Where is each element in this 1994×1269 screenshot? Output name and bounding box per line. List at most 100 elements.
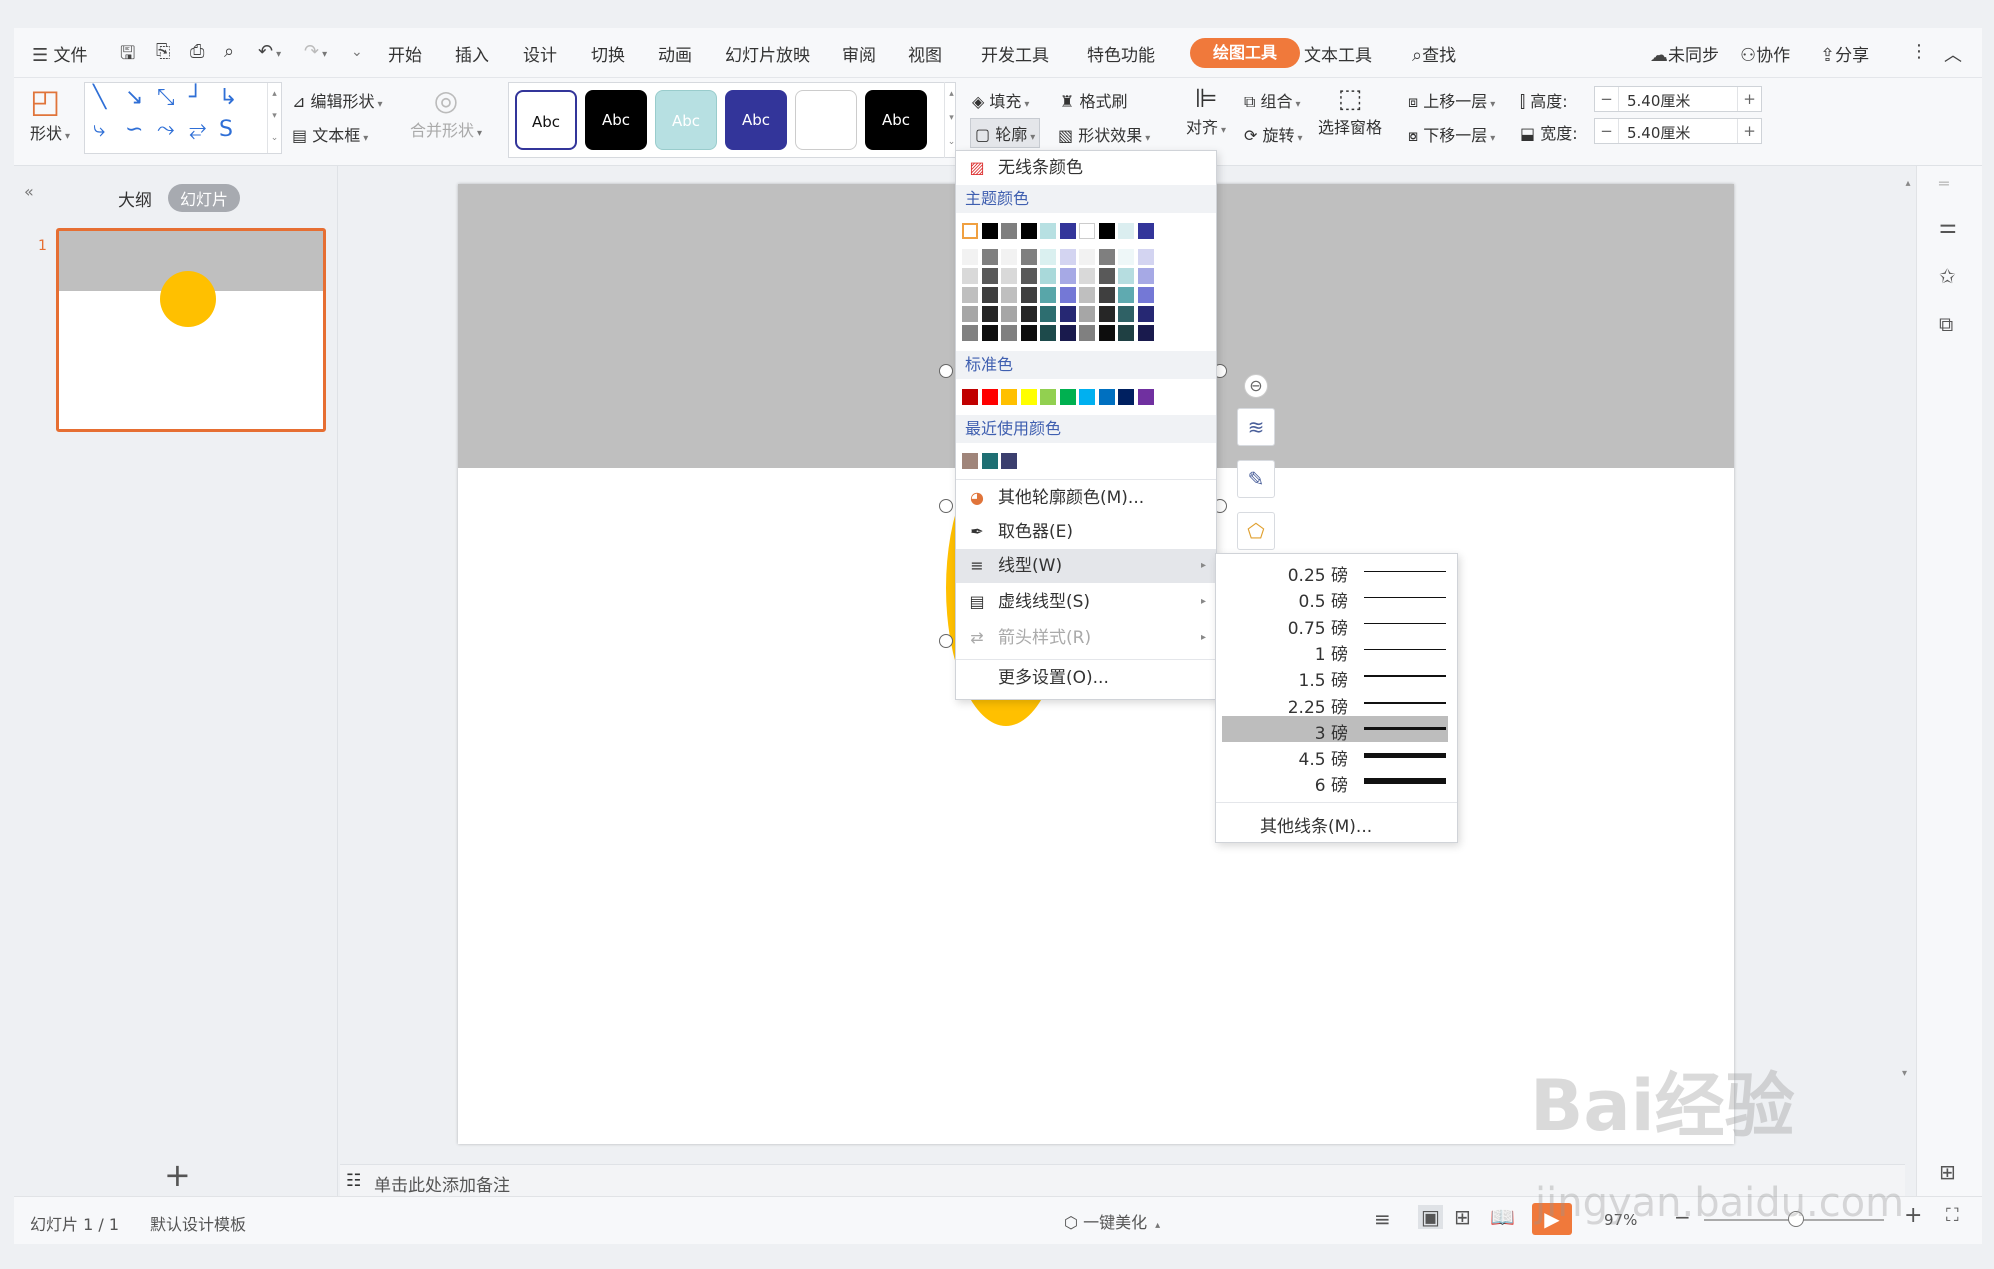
theme-shade-swatch[interactable]: [962, 325, 978, 341]
arrow-style-item[interactable]: ⇄ 箭头样式(R) ▸: [956, 621, 1216, 655]
properties-icon[interactable]: ⚌: [1939, 214, 1957, 238]
theme-shade-swatch[interactable]: [1059, 306, 1076, 322]
zoom-in-icon[interactable]: +: [1904, 1203, 1922, 1228]
eyedropper-item[interactable]: ✒ 取色器(E): [956, 515, 1216, 549]
group-button[interactable]: ⧉ 组合 ▾: [1244, 88, 1301, 112]
theme-shade-swatch[interactable]: [962, 268, 978, 284]
theme-shade-swatch[interactable]: [1040, 249, 1056, 265]
theme-shade-swatch[interactable]: [962, 287, 978, 303]
theme-color-swatch[interactable]: [962, 223, 978, 239]
standard-color-swatch[interactable]: [1059, 389, 1076, 405]
theme-color-swatch[interactable]: [1079, 223, 1095, 239]
theme-shade-swatch[interactable]: [1040, 287, 1056, 303]
style-item-navy[interactable]: Abc: [725, 90, 787, 150]
theme-shade-swatch[interactable]: [1137, 268, 1154, 284]
theme-color-swatch[interactable]: [1020, 223, 1037, 239]
theme-shade-swatch[interactable]: [1137, 249, 1154, 265]
line-weight-option[interactable]: 2.25 磅: [1222, 690, 1448, 718]
line-weight-option[interactable]: 3 磅: [1222, 715, 1448, 744]
style-item-black-2[interactable]: Abc: [865, 90, 927, 150]
freeform-icon[interactable]: S: [219, 117, 233, 142]
tab-special[interactable]: 特色功能: [1087, 41, 1155, 66]
grid-view-icon[interactable]: ⊞: [1939, 1160, 1956, 1184]
theme-color-swatch[interactable]: [1098, 223, 1115, 239]
format-brush-button[interactable]: ♜ 格式刷: [1060, 88, 1127, 112]
theme-shade-swatch[interactable]: [981, 306, 998, 322]
bring-forward-button[interactable]: ⧈ 上移一层 ▾: [1408, 88, 1495, 112]
theme-shade-swatch[interactable]: [1020, 306, 1037, 322]
theme-shade-swatch[interactable]: [962, 306, 978, 322]
line-weight-option[interactable]: 1 磅: [1222, 637, 1448, 665]
outline-button[interactable]: ▢ 轮廓 ▾: [970, 118, 1041, 148]
theme-shade-swatch[interactable]: [1059, 287, 1076, 303]
theme-shade-swatch[interactable]: [981, 249, 998, 265]
template-name[interactable]: 默认设计模板: [150, 1211, 246, 1235]
theme-shade-swatch[interactable]: [1118, 325, 1134, 341]
tab-outline[interactable]: 大纲: [118, 186, 152, 211]
other-outline-colors-item[interactable]: ◕ 其他轮廓颜色(M)...: [956, 481, 1216, 515]
line-shape-icon[interactable]: ╲: [93, 85, 106, 110]
theme-shade-swatch[interactable]: [1001, 325, 1017, 341]
dash-type-item[interactable]: ▤ 虚线线型(S) ▸: [956, 585, 1216, 619]
theme-shade-swatch[interactable]: [1040, 325, 1056, 341]
sync-status[interactable]: ☁未同步: [1650, 41, 1719, 66]
tab-home[interactable]: 开始: [388, 41, 422, 66]
save-icon[interactable]: 🖫: [120, 41, 135, 71]
theme-color-swatch[interactable]: [1001, 223, 1017, 239]
standard-color-swatch[interactable]: [1118, 389, 1134, 405]
theme-color-swatch[interactable]: [1118, 223, 1134, 239]
line-weight-option[interactable]: 0.5 磅: [1222, 584, 1448, 612]
elbow-arrow-icon[interactable]: ↳: [219, 85, 237, 110]
layers-icon[interactable]: ≋: [1237, 408, 1275, 446]
recent-color-swatch[interactable]: [1001, 453, 1017, 469]
elbow-double-arrow-icon[interactable]: ⤷: [93, 117, 105, 142]
more-icon[interactable]: ⋮: [1910, 41, 1928, 62]
tab-view[interactable]: 视图: [908, 41, 942, 66]
selection-pane-button[interactable]: ⬚ 选择窗格: [1318, 84, 1382, 138]
undo-icon[interactable]: ↶ ▾: [258, 41, 281, 62]
gallery-scroll[interactable]: ▴ ▾ ⌄: [267, 83, 281, 153]
shape-button[interactable]: ◰ 形状 ▾: [30, 84, 70, 144]
line-weight-option[interactable]: 6 磅: [1222, 768, 1448, 796]
animation-icon[interactable]: ✩: [1939, 264, 1956, 288]
theme-shade-swatch[interactable]: [1098, 249, 1115, 265]
line-weight-option[interactable]: 0.75 磅: [1222, 611, 1448, 639]
search-button[interactable]: ⌕查找: [1412, 41, 1456, 66]
scroll-down-arrow[interactable]: ▾: [1902, 1068, 1907, 1079]
standard-color-swatch[interactable]: [1098, 389, 1115, 405]
more-settings-item[interactable]: 更多设置(O)...: [956, 661, 1216, 695]
tab-slideshow[interactable]: 幻灯片放映: [725, 41, 810, 66]
standard-color-swatch[interactable]: [1079, 389, 1095, 405]
textbox-button[interactable]: ▤ 文本框 ▾: [292, 122, 368, 146]
theme-shade-swatch[interactable]: [1059, 268, 1076, 284]
theme-shade-swatch[interactable]: [1098, 306, 1115, 322]
double-arrow-shape-icon[interactable]: ⤡: [157, 85, 175, 110]
theme-shade-swatch[interactable]: [1020, 325, 1037, 341]
curve-arrow-icon[interactable]: ⤳: [157, 117, 175, 142]
collab-button[interactable]: ⚇协作: [1740, 41, 1790, 66]
customize-toolbar-icon[interactable]: ⌄: [348, 41, 363, 61]
line-weight-option[interactable]: 1.5 磅: [1222, 663, 1448, 691]
style-item-outline-navy[interactable]: Abc: [515, 90, 577, 150]
theme-shade-swatch[interactable]: [1020, 287, 1037, 303]
theme-shade-swatch[interactable]: [1137, 325, 1154, 341]
shape-effect-button[interactable]: ▧ 形状效果 ▾: [1058, 122, 1150, 146]
reading-view-icon[interactable]: 📖: [1490, 1205, 1515, 1229]
theme-shade-swatch[interactable]: [1079, 268, 1095, 284]
theme-shade-swatch[interactable]: [1079, 287, 1095, 303]
fit-window-icon[interactable]: ⛶: [1946, 1205, 1959, 1226]
style-item-black[interactable]: Abc: [585, 90, 647, 150]
height-increase-button[interactable]: +: [1737, 87, 1761, 111]
rotate-button[interactable]: ⟳ 旋转 ▾: [1244, 122, 1303, 146]
add-slide-button[interactable]: +: [164, 1156, 191, 1194]
theme-shade-swatch[interactable]: [1137, 287, 1154, 303]
theme-shade-swatch[interactable]: [1098, 287, 1115, 303]
fill-float-icon[interactable]: ⬠: [1237, 512, 1275, 550]
export-icon[interactable]: ⎘: [156, 41, 170, 62]
theme-shade-swatch[interactable]: [1001, 268, 1017, 284]
width-decrease-button[interactable]: −: [1595, 119, 1619, 143]
theme-shade-swatch[interactable]: [1040, 268, 1056, 284]
merge-shape-button[interactable]: ◎ 合并形状 ▾: [410, 84, 482, 141]
standard-color-swatch[interactable]: [1137, 389, 1154, 405]
resize-handle-nw[interactable]: [939, 364, 953, 378]
